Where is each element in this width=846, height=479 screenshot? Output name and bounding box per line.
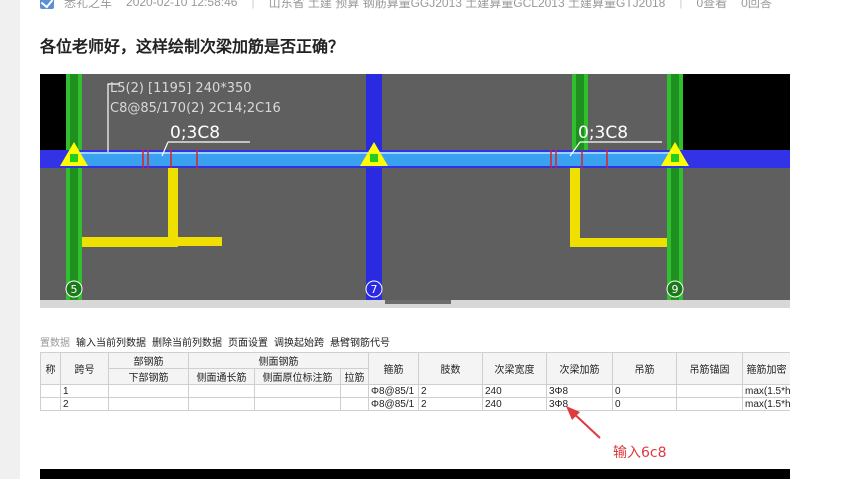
col-header-stirrup: 箍筋 <box>368 352 419 385</box>
cell-legs[interactable]: 2 <box>418 384 483 398</box>
beam-label-line2: C8@85/170(2) 2C14;2C16 <box>110 101 281 116</box>
blue-column-7 <box>366 74 382 300</box>
meta-separator: | <box>251 0 255 9</box>
axis-label-5: 5 <box>71 283 78 296</box>
answer-count: 0回答 <box>741 0 772 10</box>
left-rebar-label: 0;3C8 <box>170 123 220 143</box>
cell-hanger-anchor[interactable] <box>676 397 743 411</box>
cell-span[interactable]: 2 <box>60 397 109 411</box>
toolbar-item-delete-column[interactable]: 删除当前列数据 <box>152 334 222 349</box>
col-header-legs: 肢数 <box>418 352 483 385</box>
col-header-side-inplace: 侧面原位标注筋 <box>254 368 341 385</box>
toolbar-item-cantilever-code[interactable]: 悬臂钢筋代号 <box>330 334 390 349</box>
table-toolbar: 置数据 输入当前列数据 删除当前列数据 页面设置 调换起始跨 悬臂钢筋代号 <box>40 332 790 350</box>
col-header-hanger-anchor: 吊筋锚固 <box>676 352 743 385</box>
toolbar-item-page-setup[interactable]: 页面设置 <box>228 334 268 349</box>
cell-width[interactable]: 240 <box>482 397 547 411</box>
cad-drawing-view: L5(2) [1195] 240*350 C8@85/170(2) 2C14;2… <box>40 74 790 300</box>
col-header-side-rebar: 侧面钢筋 <box>188 352 369 369</box>
cell-add-bar[interactable]: 3Φ8 <box>546 397 613 411</box>
beam-property-table: 称 跨号 部钢筋 侧面钢筋 箍筋 肢数 次梁宽度 次梁加筋 吊筋 吊筋锚固 箍筋… <box>40 352 790 411</box>
cad-scroll-thumb[interactable] <box>385 300 451 304</box>
cell-width[interactable]: 240 <box>482 384 547 398</box>
cell-span[interactable]: 1 <box>60 384 109 398</box>
col-header-lower-rebar: 下部钢筋 <box>108 368 189 385</box>
cell-hanger[interactable]: 0 <box>612 397 677 411</box>
meta-separator: | <box>679 0 683 9</box>
col-header-tie-bar: 拉筋 <box>340 368 369 385</box>
author-name[interactable]: 悉礼之车 <box>64 0 112 11</box>
col-header-span: 跨号 <box>60 352 109 385</box>
cell-dense[interactable]: max(1.5*h, <box>742 384 790 398</box>
col-header-side-through: 侧面通长筋 <box>188 368 255 385</box>
col-header-hanger: 吊筋 <box>612 352 677 385</box>
view-count: 0查看 <box>696 0 728 10</box>
col-header-secondary-add-bar: 次梁加筋 <box>546 352 613 385</box>
cell-legs[interactable]: 2 <box>418 397 483 411</box>
axis-label-9: 9 <box>672 283 679 296</box>
toolbar-item-input-column[interactable]: 输入当前列数据 <box>76 334 146 349</box>
col-header-stirrup-dense: 箍筋加密 <box>742 352 790 385</box>
toolbar-item-swap-start-span[interactable]: 调换起始跨 <box>274 334 324 349</box>
cell-stirrup[interactable]: Φ8@85/1 <box>368 384 419 398</box>
cell-dense[interactable]: max(1.5*h, <box>742 397 790 411</box>
axis-label-7: 7 <box>371 283 378 296</box>
col-header-bottom-rebar: 部钢筋 <box>108 352 189 369</box>
right-rebar-label: 0;3C8 <box>578 123 628 143</box>
question-screenshot: L5(2) [1195] 240*350 C8@85/170(2) 2C14;2… <box>40 74 790 414</box>
annotation-text: 输入6c8 <box>613 445 667 461</box>
post-tags[interactable]: 山东省 土建 预算 钢筋算量GGJ2013 土建算量GCL2013 土建算量GT… <box>269 0 666 11</box>
toolbar-item-copy-data[interactable]: 置数据 <box>40 334 70 349</box>
col-header-name: 称 <box>40 352 61 385</box>
cell-hanger-anchor[interactable] <box>676 384 743 398</box>
post-meta: 悉礼之车 2020-02-10 12:58:46 | 山东省 土建 预算 钢筋算… <box>40 0 786 10</box>
col-header-secondary-width: 次梁宽度 <box>482 352 547 385</box>
post-date: 2020-02-10 12:58:46 <box>126 0 238 9</box>
table-row[interactable]: 2 Φ8@85/1 2 240 3Φ8 0 max(1.5*h, <box>40 397 790 411</box>
cell-stirrup[interactable]: Φ8@85/1 <box>368 397 419 411</box>
question-title: 各位老师好，这样绘制次梁加筋是否正确？ <box>40 37 345 56</box>
beam-label-line1: L5(2) [1195] 240*350 <box>110 81 252 96</box>
verified-icon <box>40 0 54 9</box>
cell-hanger[interactable]: 0 <box>612 384 677 398</box>
cell-add-bar[interactable]: 3Φ8 <box>546 384 613 398</box>
table-row[interactable]: 1 Φ8@85/1 2 240 3Φ8 0 max(1.5*h, <box>40 384 790 398</box>
next-image-edge <box>40 469 790 479</box>
